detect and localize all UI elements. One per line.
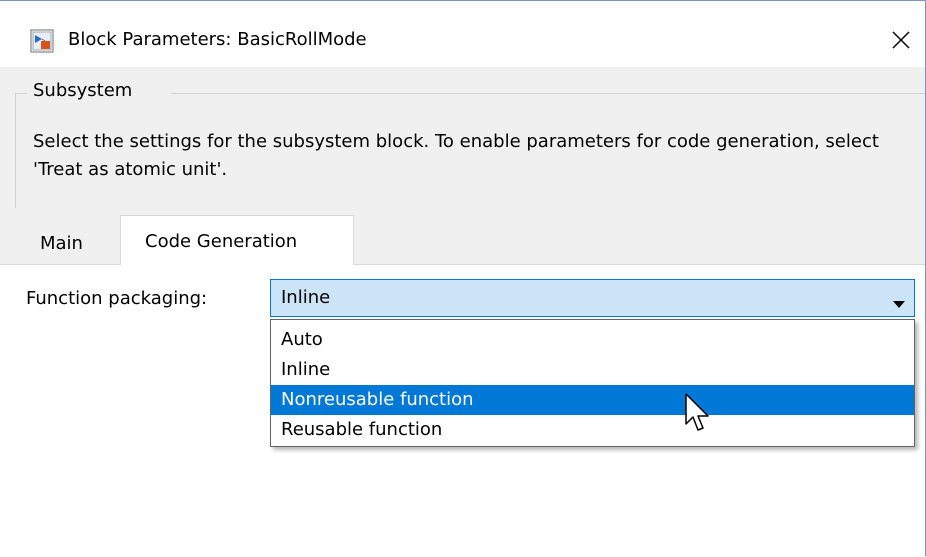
group-border-left bbox=[15, 93, 27, 94]
group-border-vertical bbox=[15, 93, 16, 208]
group-border-right bbox=[171, 93, 925, 94]
option-inline[interactable]: Inline bbox=[271, 355, 914, 385]
chevron-down-icon bbox=[893, 294, 905, 313]
function-packaging-select[interactable]: Inline bbox=[270, 279, 915, 317]
close-button[interactable] bbox=[880, 21, 922, 59]
tab-code-generation-label: Code Generation bbox=[145, 231, 298, 252]
function-packaging-label: Function packaging: bbox=[26, 288, 208, 309]
simulink-block-icon bbox=[30, 29, 54, 53]
function-packaging-dropdown: Auto Inline Nonreusable function Reusabl… bbox=[270, 319, 915, 447]
subsystem-description: Select the settings for the subsystem bl… bbox=[33, 131, 879, 180]
function-packaging-value: Inline bbox=[281, 287, 331, 308]
group-title: Subsystem bbox=[33, 80, 133, 101]
tab-main-label: Main bbox=[40, 233, 83, 254]
block-parameters-dialog: Block Parameters: BasicRollMode Subsyste… bbox=[0, 0, 926, 557]
tab-main[interactable]: Main bbox=[22, 222, 120, 264]
tab-code-generation[interactable]: Code Generation bbox=[120, 215, 354, 265]
option-auto[interactable]: Auto bbox=[271, 325, 914, 355]
close-icon bbox=[891, 30, 911, 50]
title-bar[interactable]: Block Parameters: BasicRollMode bbox=[0, 1, 925, 67]
window-title: Block Parameters: BasicRollMode bbox=[68, 29, 367, 50]
option-nonreusable-function[interactable]: Nonreusable function bbox=[271, 385, 914, 415]
option-reusable-function[interactable]: Reusable function bbox=[271, 415, 914, 445]
